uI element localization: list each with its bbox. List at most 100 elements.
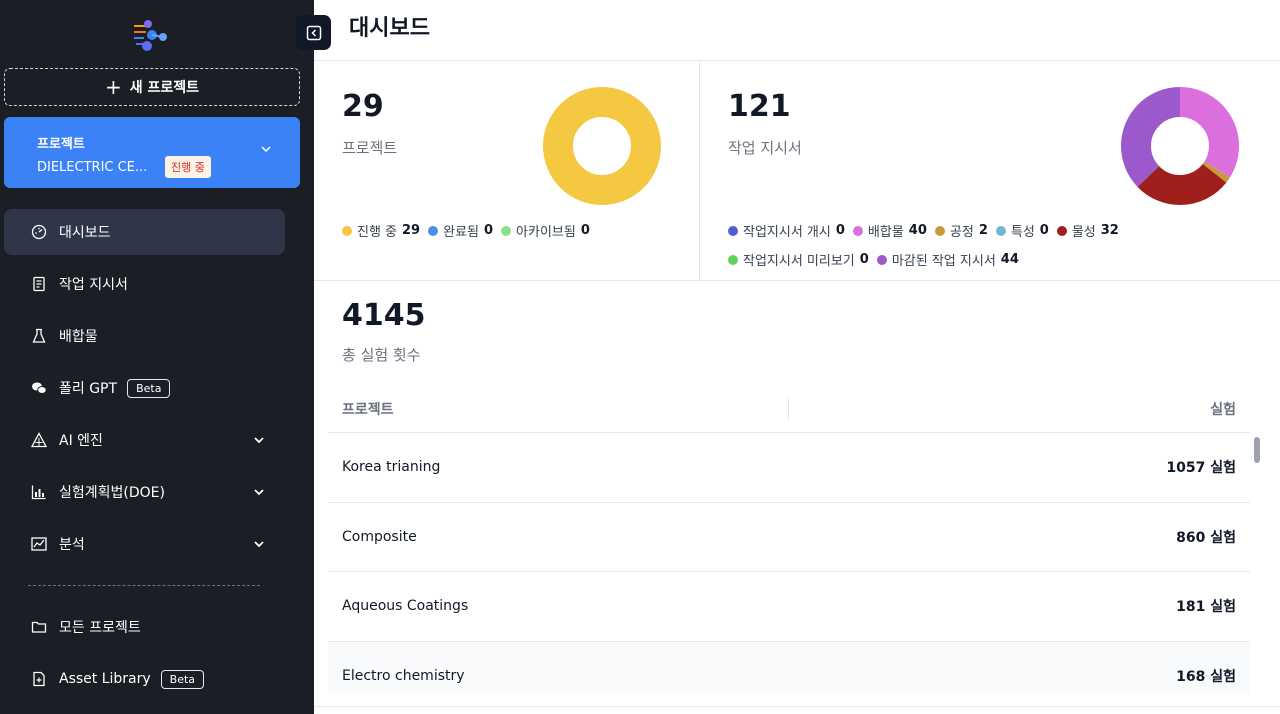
project-status-badge: 진행 중 <box>165 156 211 178</box>
legend-value: 40 <box>908 223 927 238</box>
legend-item[interactable]: 아카이브됨 0 <box>501 221 590 240</box>
legend-value: 32 <box>1100 223 1119 238</box>
sidebar-item-work-orders[interactable]: 작업 지시서 <box>4 261 285 307</box>
collapse-sidebar-button[interactable] <box>296 15 331 50</box>
sidebar-item-label: 분석 <box>59 537 85 553</box>
page-title: 대시보드 <box>349 16 430 41</box>
sidebar-item-asset-library[interactable]: Asset Library Beta <box>4 656 285 702</box>
project-selector[interactable]: 프로젝트 DIELECTRIC CE... 진행 중 <box>4 117 300 188</box>
projects-donut-chart <box>543 87 661 205</box>
sidebar-item-label: 실험계획법(DOE) <box>59 485 165 501</box>
row-experiment-count: 168 실험 <box>1176 668 1236 685</box>
legend-dot <box>995 225 1006 236</box>
line-chart-icon <box>31 537 47 551</box>
legend-label: 진행 중 <box>357 225 398 240</box>
work-orders-donut-chart <box>1121 87 1239 205</box>
sidebar: + 새 프로젝트 프로젝트 DIELECTRIC CE... 진행 중 대시보드… <box>0 0 314 714</box>
legend-value: 29 <box>402 223 421 238</box>
legend-item[interactable]: 작업지시서 미리보기 0 <box>728 250 869 269</box>
legend-label: 공정 <box>949 225 974 240</box>
legend-value: 44 <box>1000 252 1019 267</box>
legend-item[interactable]: 마감된 작업 지시서 44 <box>876 250 1019 269</box>
sidebar-divider <box>28 585 260 586</box>
legend-dot <box>501 225 512 236</box>
legend-item[interactable]: 특성 0 <box>995 221 1049 240</box>
donut-slice[interactable] <box>543 87 661 205</box>
folder-icon <box>31 621 47 633</box>
document-icon <box>33 276 45 292</box>
new-project-button[interactable]: + 새 프로젝트 <box>4 68 300 106</box>
table-row[interactable]: Korea trianing 1057 실험 <box>328 433 1250 503</box>
legend-value: 0 <box>835 223 845 238</box>
table-row[interactable]: Electro chemistry 168 실험 <box>328 641 1250 693</box>
legend-item[interactable]: 물성 32 <box>1056 221 1119 240</box>
row-experiment-count: 1057 실험 <box>1166 460 1236 477</box>
sidebar-item-label: 폴리 GPT <box>59 381 118 397</box>
legend-item[interactable]: 배합물 40 <box>852 221 927 240</box>
legend-label: 배합물 <box>867 225 904 240</box>
legend-dot <box>876 254 887 265</box>
sidebar-item-label: 대시보드 <box>59 225 111 241</box>
legend-dot <box>342 225 352 236</box>
table-row[interactable]: Composite 860 실험 <box>328 503 1250 572</box>
sidebar-item-all-projects[interactable]: 모든 프로젝트 <box>4 604 285 650</box>
table-row[interactable]: Aqueous Coatings 181 실험 <box>328 572 1250 642</box>
legend-dot <box>728 225 738 236</box>
sidebar-item-label: Asset Library <box>59 671 151 687</box>
column-header-experiments[interactable]: 실험 <box>1210 399 1236 419</box>
work-orders-count: 121 <box>728 89 791 124</box>
table-scrollbar[interactable] <box>1254 437 1260 463</box>
dashboard-icon <box>31 224 47 240</box>
new-project-label: 새 프로젝트 <box>129 80 200 96</box>
row-project-name: Electro chemistry <box>342 667 465 684</box>
legend-item[interactable]: 완료됨 0 <box>428 221 493 240</box>
legend-value: 0 <box>859 252 869 267</box>
row-project-name: Composite <box>342 528 417 545</box>
chevron-down-icon <box>254 541 264 548</box>
sidebar-item-dashboard[interactable]: 대시보드 <box>4 209 285 255</box>
bottom-divider <box>314 706 1280 707</box>
beta-badge: Beta <box>160 669 205 689</box>
app-logo[interactable] <box>132 16 172 56</box>
column-header-project[interactable]: 프로젝트 <box>342 399 394 419</box>
experiments-label: 총 실험 횟수 <box>342 346 421 364</box>
legend-dot <box>428 225 439 236</box>
work-orders-legend: 작업지시서 개시 0 배합물 40 공정 2 특성 0 물성 32 작업지시서 미리보기 0… <box>728 221 1268 269</box>
sidebar-item-label: AI 엔진 <box>59 433 103 449</box>
legend-label: 작업지시서 미리보기 <box>743 254 855 269</box>
experiments-table-body: Korea trianing 1057 실험 Composite 860 실험 … <box>328 433 1250 693</box>
projects-donut-slices <box>543 87 661 205</box>
sidebar-item-ai-engine[interactable]: AI 엔진 <box>4 417 285 463</box>
projects-label: 프로젝트 <box>342 139 398 157</box>
sidebar-item-doe[interactable]: 실험계획법(DOE) <box>4 469 285 515</box>
chevron-down-icon <box>254 489 264 496</box>
legend-label: 물성 <box>1071 225 1096 240</box>
sidebar-item-poly-gpt[interactable]: 폴리 GPT Beta <box>4 365 285 411</box>
legend-label: 완료됨 <box>443 225 479 240</box>
row-project-name: Korea trianing <box>342 459 441 476</box>
table-header: 프로젝트 실험 <box>328 386 1250 433</box>
flask-icon <box>32 328 46 343</box>
row-experiment-count: 860 실험 <box>1176 529 1236 546</box>
work-orders-donut-slices <box>1121 87 1239 205</box>
legend-item[interactable]: 작업지시서 개시 0 <box>728 221 845 240</box>
legend-item[interactable]: 공정 2 <box>934 221 988 240</box>
bar-chart-icon <box>31 485 46 500</box>
legend-value: 0 <box>484 223 494 238</box>
sidebar-item-analysis[interactable]: 분석 <box>4 521 285 567</box>
chevron-down-icon[interactable] <box>260 143 272 155</box>
chevron-down-icon <box>254 437 264 444</box>
legend-value: 0 <box>1039 223 1049 238</box>
sidebar-item-formulations[interactable]: 배합물 <box>4 313 285 359</box>
legend-item[interactable]: 진행 중 29 <box>342 221 420 240</box>
column-separator <box>788 398 789 420</box>
legend-label: 마감된 작업 지시서 <box>891 254 996 269</box>
legend-dot <box>852 225 863 236</box>
legend-dot <box>728 254 738 265</box>
experiments-count: 4145 <box>342 298 426 333</box>
legend-value: 2 <box>978 223 988 238</box>
row-experiment-count: 181 실험 <box>1176 599 1236 616</box>
row-project-name: Aqueous Coatings <box>342 598 469 615</box>
legend-dot <box>1056 225 1067 236</box>
legend-dot <box>934 225 945 236</box>
